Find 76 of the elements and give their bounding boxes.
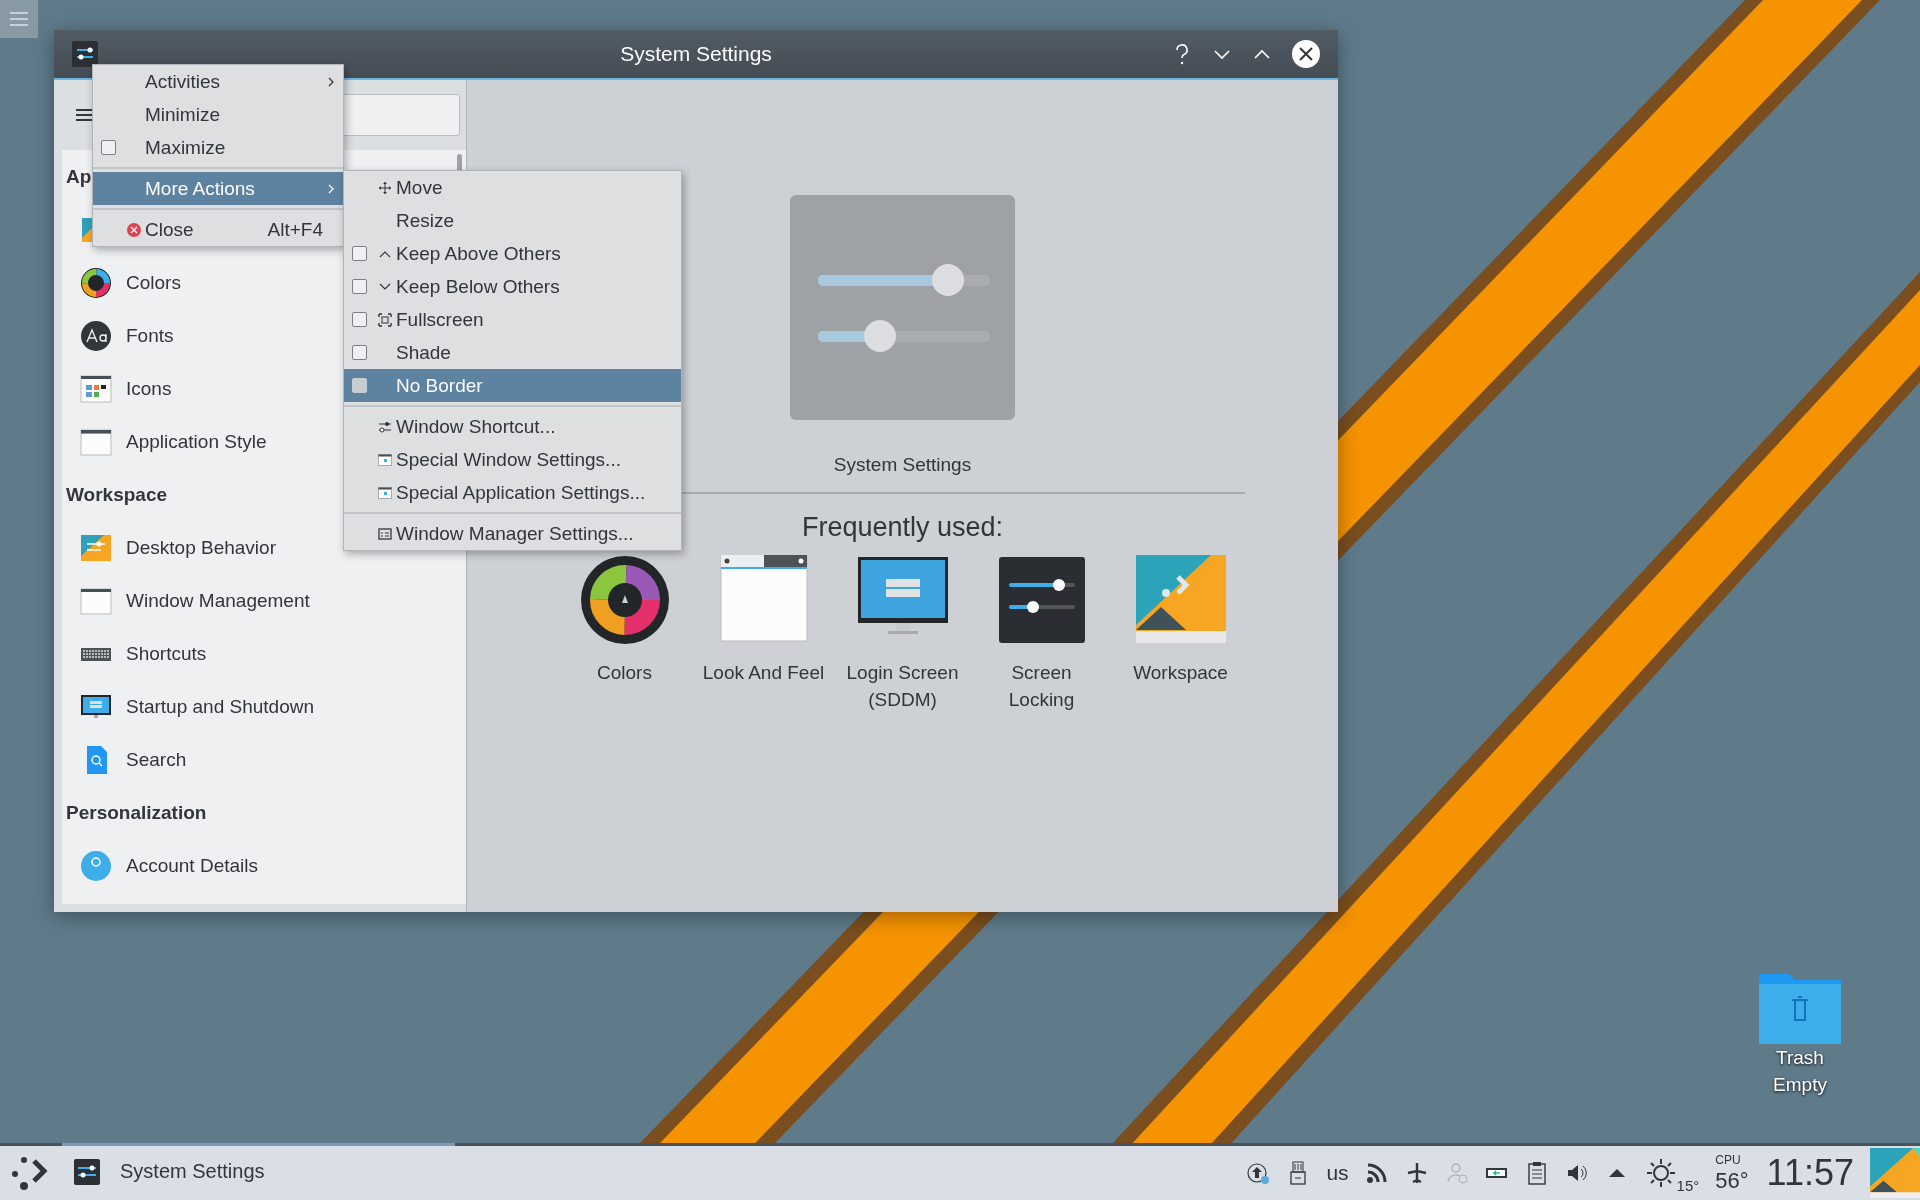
- sidebar-item[interactable]: Search: [66, 733, 187, 786]
- shortcut-text: Alt+F4: [267, 218, 323, 241]
- menu-item[interactable]: Special Application Settings...: [344, 476, 681, 509]
- app-title: System Settings: [833, 454, 972, 476]
- weather-widget[interactable]: 15°: [1644, 1152, 1700, 1194]
- checkbox[interactable]: [351, 279, 367, 294]
- sidebar-item[interactable]: Account Details: [66, 839, 258, 892]
- window-icon: [378, 485, 392, 500]
- menu-item[interactable]: Activities: [93, 65, 343, 98]
- sidebar-item[interactable]: Colors: [66, 256, 181, 309]
- sidebar-item[interactable]: Desktop Behavior: [66, 521, 276, 574]
- close-icon[interactable]: [1292, 40, 1320, 68]
- user-icon: [80, 849, 112, 882]
- checkbox[interactable]: [351, 345, 367, 360]
- section-heading: Workspace: [66, 482, 168, 507]
- window-icon: [378, 452, 392, 467]
- menu-item[interactable]: Maximize: [93, 131, 343, 164]
- sidebar-item[interactable]: Fonts: [66, 309, 174, 362]
- checkbox[interactable]: [100, 140, 116, 155]
- sidebar-item[interactable]: Shortcuts: [66, 627, 207, 680]
- shortcut-tile[interactable]: Colors: [555, 555, 694, 713]
- sliders-icon[interactable]: [72, 41, 98, 67]
- window-list-icon: [378, 526, 392, 541]
- section-heading: Personalization: [66, 800, 207, 825]
- window-icon: [718, 555, 809, 645]
- menu-item[interactable]: Special Window Settings...: [344, 443, 681, 476]
- cpu-widget[interactable]: CPU 56°: [1715, 1154, 1749, 1192]
- clock[interactable]: 11:57: [1766, 1152, 1854, 1194]
- show-desktop-icon[interactable]: [1870, 1148, 1920, 1198]
- menu-item[interactable]: Minimize: [93, 98, 343, 131]
- checkbox[interactable]: [351, 246, 367, 261]
- menu-item[interactable]: Keep Above Others: [344, 237, 681, 270]
- chevron-icon: [327, 75, 335, 88]
- shortcut-tile[interactable]: Screen Locking: [972, 555, 1111, 713]
- window-title: System Settings: [620, 42, 772, 66]
- shortcut-tile[interactable]: Look And Feel: [694, 555, 833, 713]
- menu-item[interactable]: More Actions: [93, 172, 343, 205]
- sliders-icon: [996, 555, 1087, 645]
- sidebar-item[interactable]: Startup and Shutdown: [66, 680, 315, 733]
- rss-icon[interactable]: [1364, 1161, 1389, 1185]
- menu-item[interactable]: Window Manager Settings...: [344, 517, 681, 550]
- checkbox[interactable]: [351, 312, 367, 327]
- icons-grid-icon: [80, 372, 112, 405]
- menu-item[interactable]: Fullscreen: [344, 303, 681, 336]
- move-icon: [378, 180, 392, 195]
- shortcut-tile[interactable]: Login Screen (SDDM): [833, 555, 972, 713]
- menu-item[interactable]: Resize: [344, 204, 681, 237]
- sliders-icon: [378, 419, 392, 434]
- sidebar-item[interactable]: Window Management: [66, 574, 310, 627]
- section-heading: Frequently used:: [801, 512, 1004, 543]
- close-icon: [127, 222, 141, 237]
- task-button[interactable]: System Settings: [62, 1143, 455, 1197]
- menu-item[interactable]: Window Shortcut...: [344, 410, 681, 443]
- menu-icon[interactable]: [76, 108, 92, 122]
- color-wheel-icon: [579, 555, 670, 645]
- sidebar-item[interactable]: Application Style: [66, 415, 267, 468]
- landscape-icon: [1135, 555, 1226, 645]
- menu-item[interactable]: No Border: [344, 369, 681, 402]
- sliders-icon: [74, 1158, 100, 1185]
- fullscreen-icon: [378, 312, 392, 327]
- menu-item[interactable]: Shade: [344, 336, 681, 369]
- keyboard-layout[interactable]: us: [1326, 1161, 1349, 1185]
- checkbox[interactable]: [351, 378, 367, 393]
- desktop-icon[interactable]: Trash Empty: [1740, 970, 1860, 1098]
- font-icon: [80, 319, 112, 352]
- chevron-icon: [327, 182, 335, 195]
- menu-item[interactable]: Move: [344, 171, 681, 204]
- shortcut-tile[interactable]: Workspace: [1111, 555, 1250, 713]
- sliders-icon: [790, 195, 1015, 420]
- menu-item[interactable]: Keep Below Others: [344, 270, 681, 303]
- menu-item[interactable]: Close Alt+F4: [93, 213, 343, 246]
- sun-icon: [1644, 1157, 1677, 1189]
- section-heading: Ap: [66, 164, 92, 189]
- update-icon[interactable]: [1246, 1161, 1271, 1185]
- color-wheel-icon: [80, 266, 112, 299]
- sidebar-item[interactable]: Icons: [66, 362, 172, 415]
